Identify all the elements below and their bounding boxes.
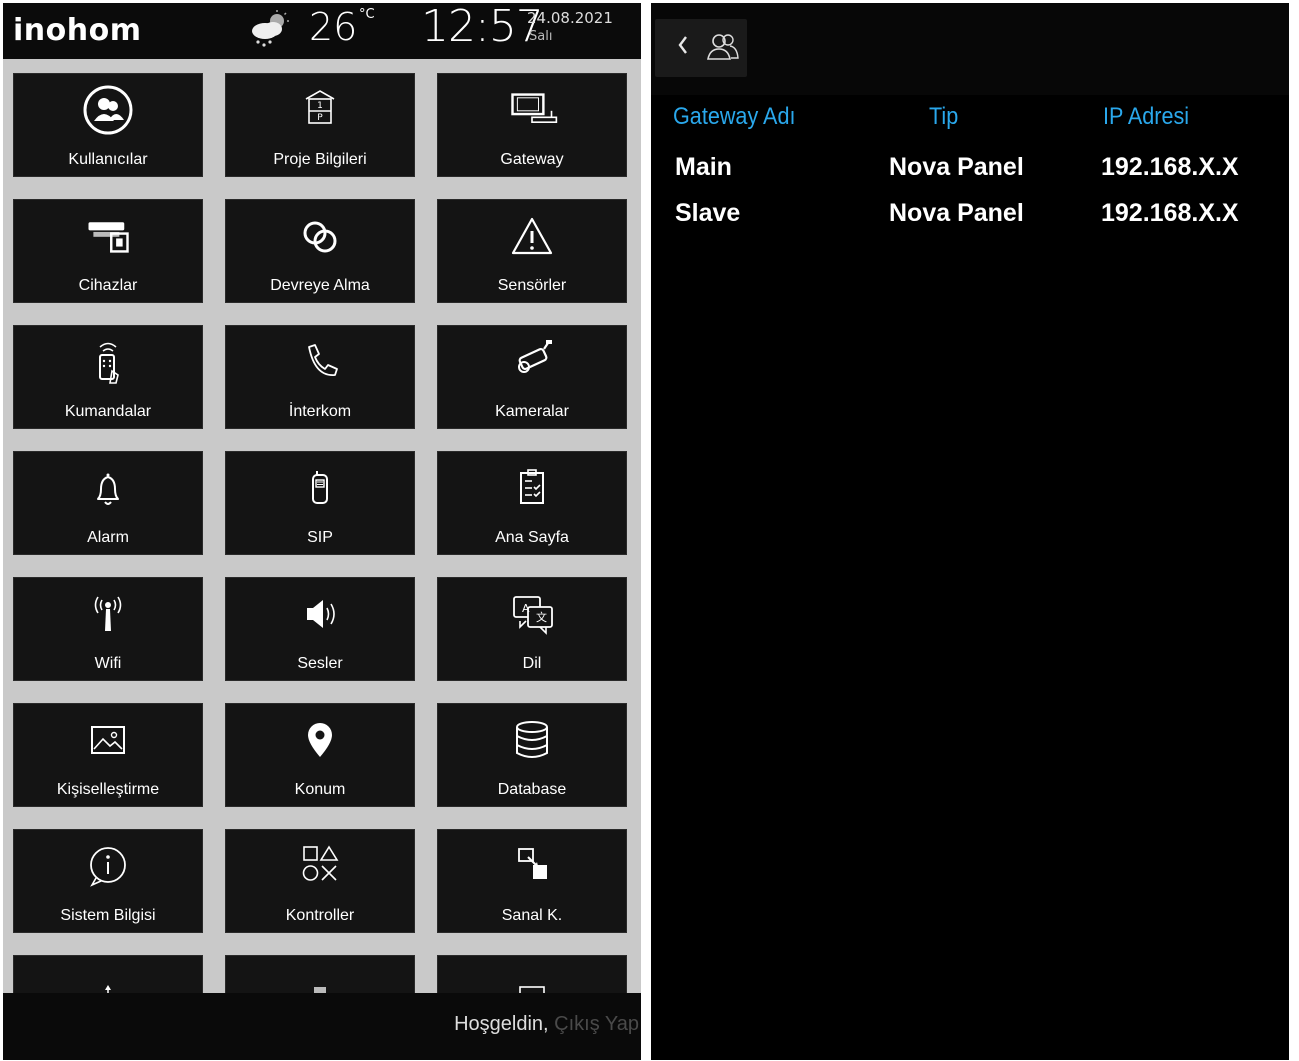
- logout-link[interactable]: Çıkış Yap: [554, 1013, 639, 1035]
- status-bar: inohom 26 °C 12:57 24.08.2021 Salı: [3, 3, 641, 59]
- brand-logo: inohom: [13, 13, 142, 48]
- bell-icon: [97, 473, 119, 505]
- gateway-name: Main: [675, 153, 732, 181]
- tile-personalization[interactable]: Kişiselleştirme: [13, 703, 203, 807]
- info-icon: [90, 847, 126, 887]
- tile-label: Ana Sayfa: [495, 529, 569, 546]
- tile-commissioning[interactable]: Devreye Alma: [225, 199, 415, 303]
- temperature-value: 26: [309, 5, 358, 49]
- language-icon: A 文: [513, 596, 553, 635]
- devices-icon: [88, 222, 129, 253]
- tile-controls[interactable]: Kontroller: [225, 829, 415, 933]
- tile-label: Kameralar: [495, 403, 569, 420]
- svg-text:1: 1: [317, 101, 323, 111]
- phone-icon: [308, 344, 338, 376]
- tile-label: Proje Bilgileri: [273, 151, 367, 168]
- warning-triangle-icon: [511, 217, 553, 255]
- partly-cloudy-rain-icon: [252, 10, 289, 47]
- gateway-ip: 192.168.X.X: [1101, 153, 1239, 181]
- gateway-name: Slave: [675, 199, 741, 227]
- gateway-list-panel: Gateway Adı Tip IP Adresi Main Nova Pane…: [651, 3, 1289, 1060]
- tile-gateway[interactable]: Gateway: [437, 73, 627, 177]
- temperature-unit: °C: [359, 7, 375, 22]
- tile-home-page[interactable]: Ana Sayfa: [437, 451, 627, 555]
- column-header-type: Tip: [929, 103, 959, 130]
- image-icon: [91, 726, 125, 754]
- svg-text:P: P: [317, 113, 323, 123]
- tile-label: Gateway: [500, 151, 564, 168]
- clock-day: Salı: [529, 29, 553, 44]
- tile-label: Konum: [294, 781, 346, 798]
- tile-sensors[interactable]: Sensörler: [437, 199, 627, 303]
- sip-handset-icon: [312, 471, 328, 504]
- panel-header: [651, 3, 1289, 95]
- tile-sip[interactable]: SIP: [225, 451, 415, 555]
- tile-label: SIP: [307, 529, 333, 546]
- column-header-name: Gateway Adı: [673, 103, 796, 130]
- tile-label: Kumandalar: [64, 403, 152, 420]
- tile-label: Kullanıcılar: [68, 151, 148, 168]
- tile-intercom[interactable]: İnterkom: [225, 325, 415, 429]
- remote-control-icon: [99, 342, 119, 384]
- tile-label: Kontroller: [285, 907, 355, 924]
- footer-welcome: Hoşgeldin, Çıkış Yap: [454, 1013, 639, 1036]
- clock-time: 12:57: [421, 3, 544, 52]
- users-icon: [83, 85, 133, 135]
- footer-bar: Hoşgeldin, Çıkış Yap: [3, 993, 641, 1060]
- tile-cameras[interactable]: Kameralar: [437, 325, 627, 429]
- chevron-left-icon: [678, 36, 687, 54]
- location-pin-icon: [308, 723, 332, 757]
- column-header-ip: IP Adresi: [1103, 103, 1190, 130]
- settings-panel: inohom 26 °C 12:57 24.08.2021 Salı Kulla…: [3, 3, 641, 1060]
- virtual-keypad-icon: [518, 848, 547, 879]
- tile-virtual-keypad[interactable]: Sanal K.: [437, 829, 627, 933]
- tile-label: Kişiselleştirme: [56, 781, 160, 798]
- security-camera-icon: [518, 340, 552, 373]
- table-row[interactable]: Slave Nova Panel 192.168.X.X: [651, 199, 1289, 245]
- gateway-ip: 192.168.X.X: [1101, 199, 1239, 227]
- tile-users[interactable]: Kullanıcılar: [13, 73, 203, 177]
- home-checklist-icon: [520, 469, 544, 504]
- gateway-type: Nova Panel: [889, 153, 1024, 181]
- tile-sounds[interactable]: Sesler: [225, 577, 415, 681]
- gateway-type: Nova Panel: [889, 199, 1024, 227]
- gateway-icon: [511, 93, 558, 123]
- controls-shapes-icon: [302, 845, 339, 881]
- tile-label: Wifi: [94, 655, 122, 672]
- tile-remotes[interactable]: Kumandalar: [13, 325, 203, 429]
- tile-system-info[interactable]: Sistem Bilgisi: [13, 829, 203, 933]
- database-icon: [516, 721, 548, 758]
- tile-database[interactable]: Database: [437, 703, 627, 807]
- tile-alarm[interactable]: Alarm: [13, 451, 203, 555]
- tile-language[interactable]: A 文 Dil: [437, 577, 627, 681]
- tile-label: Devreye Alma: [270, 277, 370, 294]
- svg-text:A: A: [522, 602, 530, 615]
- tile-project-info[interactable]: 1 P Proje Bilgileri: [225, 73, 415, 177]
- tile-location[interactable]: Konum: [225, 703, 415, 807]
- tile-label: Sensörler: [497, 277, 567, 294]
- welcome-text: Hoşgeldin,: [454, 1013, 549, 1035]
- speaker-icon: [307, 600, 335, 628]
- tile-label: Dil: [522, 655, 542, 672]
- tile-label: Cihazlar: [78, 277, 138, 294]
- tile-devices[interactable]: Cihazlar: [13, 199, 203, 303]
- tile-wifi[interactable]: Wifi: [13, 577, 203, 681]
- project-building-icon: 1 P: [305, 90, 335, 124]
- tile-label: Alarm: [87, 529, 129, 546]
- antenna-icon: [94, 596, 122, 631]
- users-outline-icon: [707, 34, 739, 60]
- clock-date: 24.08.2021: [527, 9, 613, 27]
- tile-label: Sesler: [297, 655, 343, 672]
- tile-label: Sistem Bilgisi: [60, 907, 156, 924]
- table-row[interactable]: Main Nova Panel 192.168.X.X: [651, 153, 1289, 199]
- tile-label: İnterkom: [288, 403, 352, 420]
- tile-label: Sanal K.: [501, 907, 563, 924]
- commissioning-rings-icon: [303, 221, 337, 253]
- tile-label: Database: [497, 781, 567, 798]
- svg-text:文: 文: [536, 610, 547, 624]
- back-button[interactable]: [655, 19, 747, 77]
